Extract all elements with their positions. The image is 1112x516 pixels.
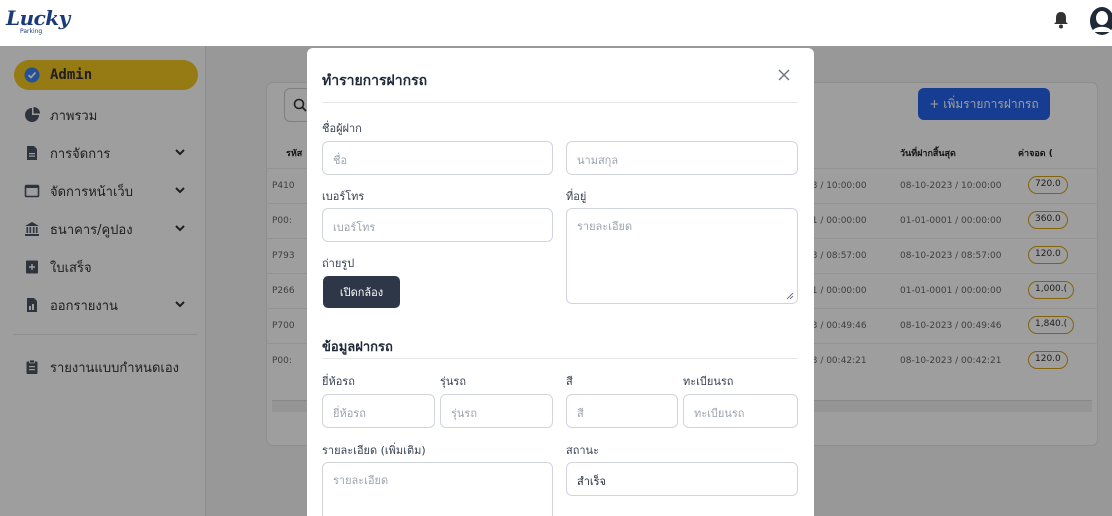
license-plate-label: ทะเบียนรถ <box>683 375 734 388</box>
section-title: ข้อมูลฝากรถ <box>322 340 393 355</box>
bell-icon[interactable] <box>1052 10 1070 30</box>
modal-title: ทำรายการฝากรถ <box>322 73 428 89</box>
logo-text: Lucky <box>6 6 70 30</box>
open-camera-button[interactable]: เปิดกล้อง <box>323 276 400 308</box>
lucky-logo[interactable]: Lucky Parking <box>6 6 70 36</box>
phone-field[interactable]: เบอร์โทร <box>322 208 553 242</box>
close-icon[interactable] <box>777 68 791 82</box>
address-label: ที่อยู่ <box>566 190 587 203</box>
extra-details-placeholder: รายละเอียด <box>333 474 389 487</box>
status-label: สถานะ <box>566 444 599 457</box>
first-name-field[interactable]: ชื่อ <box>322 141 553 175</box>
phone-label: เบอร์โทร <box>322 190 365 203</box>
address-placeholder: รายละเอียด <box>577 220 633 233</box>
extra-details-textarea[interactable]: รายละเอียด <box>322 462 553 516</box>
top-bar: Lucky Parking <box>0 0 1112 46</box>
car-color-label: สี <box>566 375 573 388</box>
last-name-field[interactable]: นามสกุล <box>566 141 798 175</box>
deposit-modal: ทำรายการฝากรถ ชื่อผู้ฝาก ชื่อ นามสกุล เบ… <box>307 48 814 516</box>
extra-details-label: รายละเอียด (เพิ่มเติม) <box>322 444 426 457</box>
section-divider <box>322 358 798 359</box>
license-plate-field[interactable]: ทะเบียนรถ <box>683 394 798 428</box>
photo-label: ถ่ายรูป <box>322 257 355 270</box>
user-avatar-icon[interactable] <box>1088 6 1112 36</box>
logo-subtext: Parking <box>20 28 43 35</box>
modal-header-divider <box>322 102 798 103</box>
car-brand-label: ยี่ห้อรถ <box>322 375 355 388</box>
car-model-field[interactable]: รุ่นรถ <box>440 394 553 428</box>
status-field[interactable]: สำเร็จ <box>566 462 798 496</box>
address-textarea[interactable]: รายละเอียด <box>566 208 798 304</box>
depositor-label: ชื่อผู้ฝาก <box>322 122 362 135</box>
car-brand-field[interactable]: ยี่ห้อรถ <box>322 394 435 428</box>
resize-grip-icon[interactable] <box>786 292 794 300</box>
car-model-label: รุ่นรถ <box>440 375 466 388</box>
car-color-field[interactable]: สี <box>566 394 678 428</box>
